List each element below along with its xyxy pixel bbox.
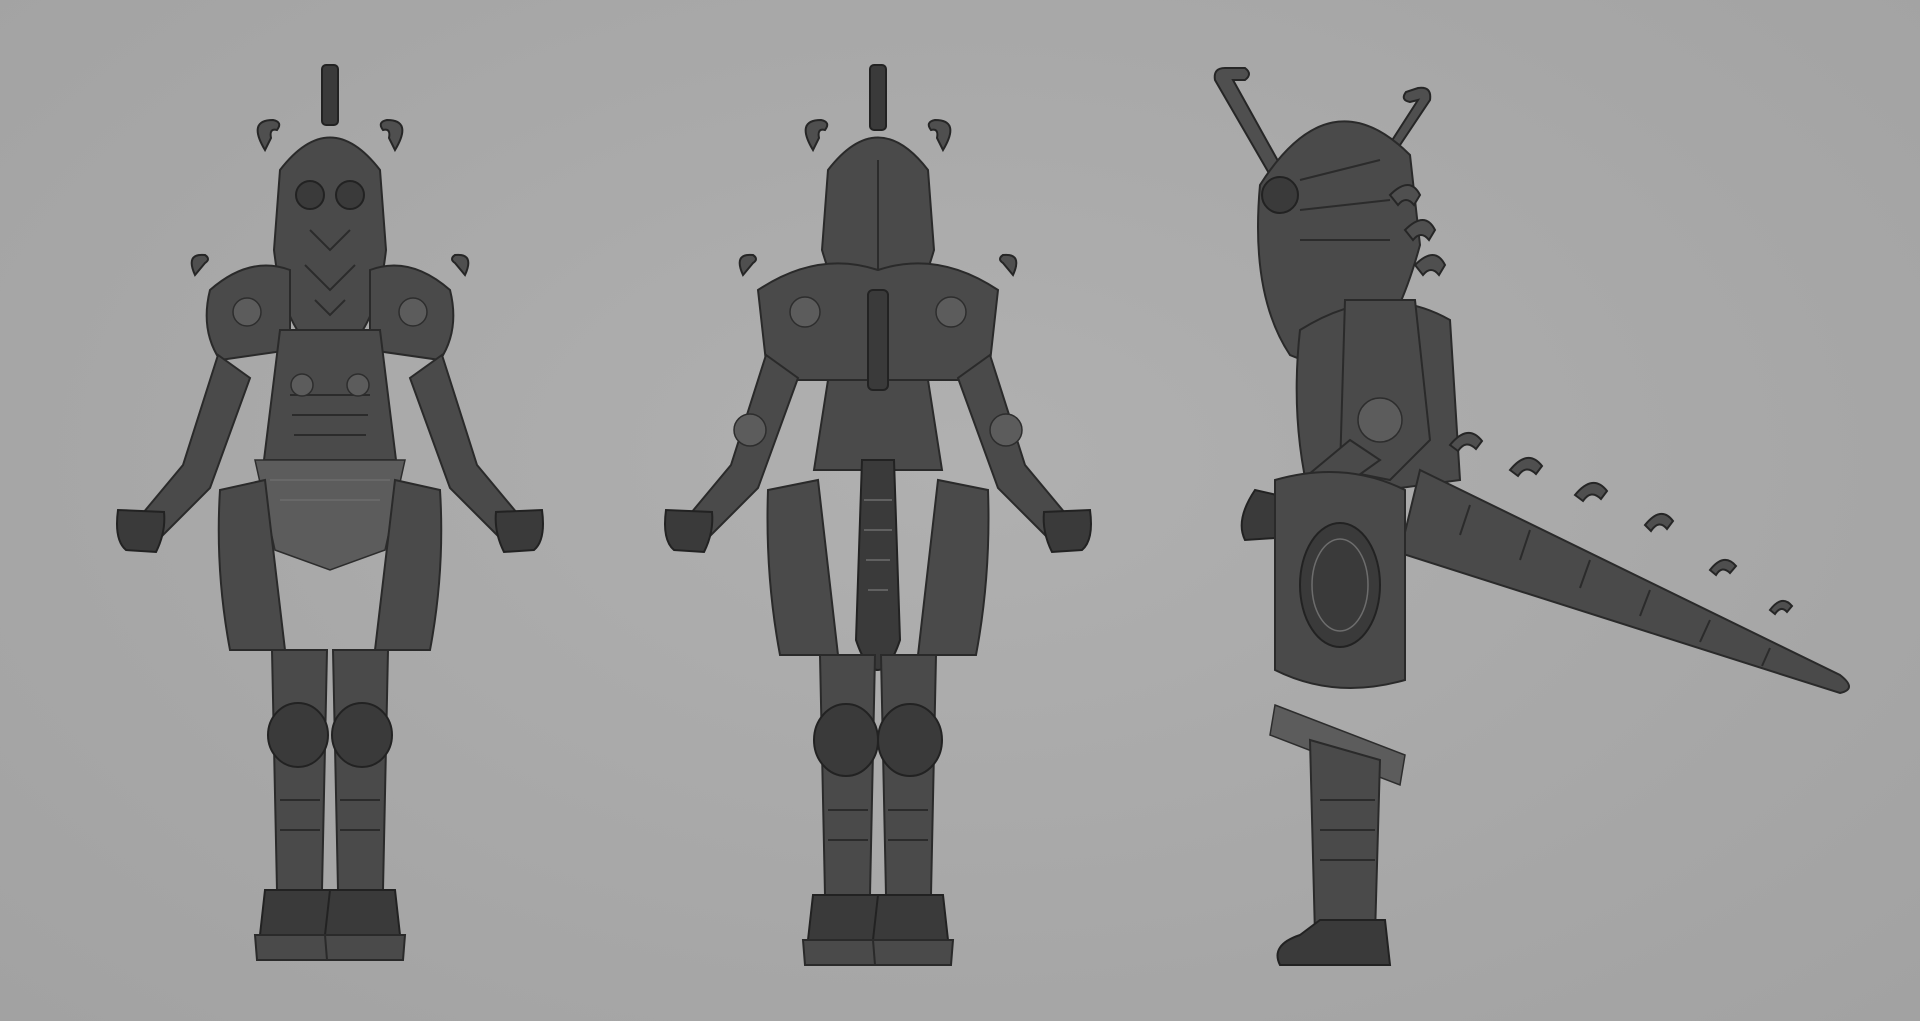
back-view-figure xyxy=(664,64,1092,966)
helmet-eye xyxy=(1261,176,1299,214)
sandal-left xyxy=(253,934,337,961)
front-view-figure xyxy=(116,64,544,961)
helmet-hook-back xyxy=(1213,67,1285,177)
lower-leg xyxy=(1308,738,1382,936)
knee-left xyxy=(267,702,329,768)
tail-stub xyxy=(854,459,902,672)
elbow-stud-left xyxy=(733,413,767,447)
helmet-eye-left xyxy=(295,180,325,210)
helmet-crest xyxy=(321,64,339,126)
helmet-eye-right xyxy=(335,180,365,210)
leg-left xyxy=(270,649,329,891)
back-plate-lower xyxy=(812,379,944,471)
tail-fin-4 xyxy=(1643,513,1675,533)
sandal-right xyxy=(323,934,407,961)
turnaround-canvas xyxy=(0,0,1920,1021)
belt-plate xyxy=(254,459,406,571)
tail xyxy=(1398,468,1850,695)
side-view xyxy=(1150,0,1910,1021)
helmet-crest xyxy=(869,64,887,131)
spine-guard xyxy=(867,289,889,391)
tail-fin-5 xyxy=(1708,559,1738,577)
front-view xyxy=(40,0,600,1021)
side-view-figure xyxy=(1213,67,1850,966)
pauldron-stud-left xyxy=(232,297,262,327)
tasset-right xyxy=(916,478,990,656)
foot-left xyxy=(258,889,337,936)
knee-right xyxy=(331,702,393,768)
foot-right xyxy=(871,894,950,941)
elbow-stud-right xyxy=(989,413,1023,447)
pauldron-stud-left xyxy=(789,296,821,328)
back-view xyxy=(600,0,1160,1021)
foot-right xyxy=(323,889,402,936)
tail-fin-6 xyxy=(1768,599,1794,616)
pauldron-stud-right xyxy=(398,297,428,327)
shoulder-hook-right xyxy=(999,253,1018,277)
shoulder-hook-left xyxy=(738,253,757,277)
hand-right xyxy=(1042,508,1092,554)
chest-stud-left xyxy=(290,373,314,397)
elbow-stud xyxy=(1357,397,1403,443)
foot xyxy=(1276,919,1392,966)
helmet-hook-right xyxy=(379,118,404,153)
heel-left xyxy=(801,939,885,966)
hand-right xyxy=(494,508,544,554)
neck-fin-3 xyxy=(1413,254,1447,277)
foot-left xyxy=(806,894,885,941)
helmet-hook-left xyxy=(256,118,281,153)
shoulder-hook-left xyxy=(190,253,209,277)
tail-fin-3 xyxy=(1573,482,1609,503)
tasset-left xyxy=(766,478,840,656)
chest-stud-right xyxy=(346,373,370,397)
helmet-hook-left xyxy=(804,118,829,153)
hand-left xyxy=(116,508,166,554)
pauldron-stud-right xyxy=(935,296,967,328)
knee-back-left xyxy=(813,703,879,777)
leg-right xyxy=(331,649,390,891)
heel-right xyxy=(871,939,955,966)
hand-left xyxy=(664,508,714,554)
knee-back-right xyxy=(877,703,943,777)
tail-fin-2 xyxy=(1508,457,1544,478)
shoulder-hook-right xyxy=(451,253,470,277)
helmet-hook-right xyxy=(927,118,952,153)
